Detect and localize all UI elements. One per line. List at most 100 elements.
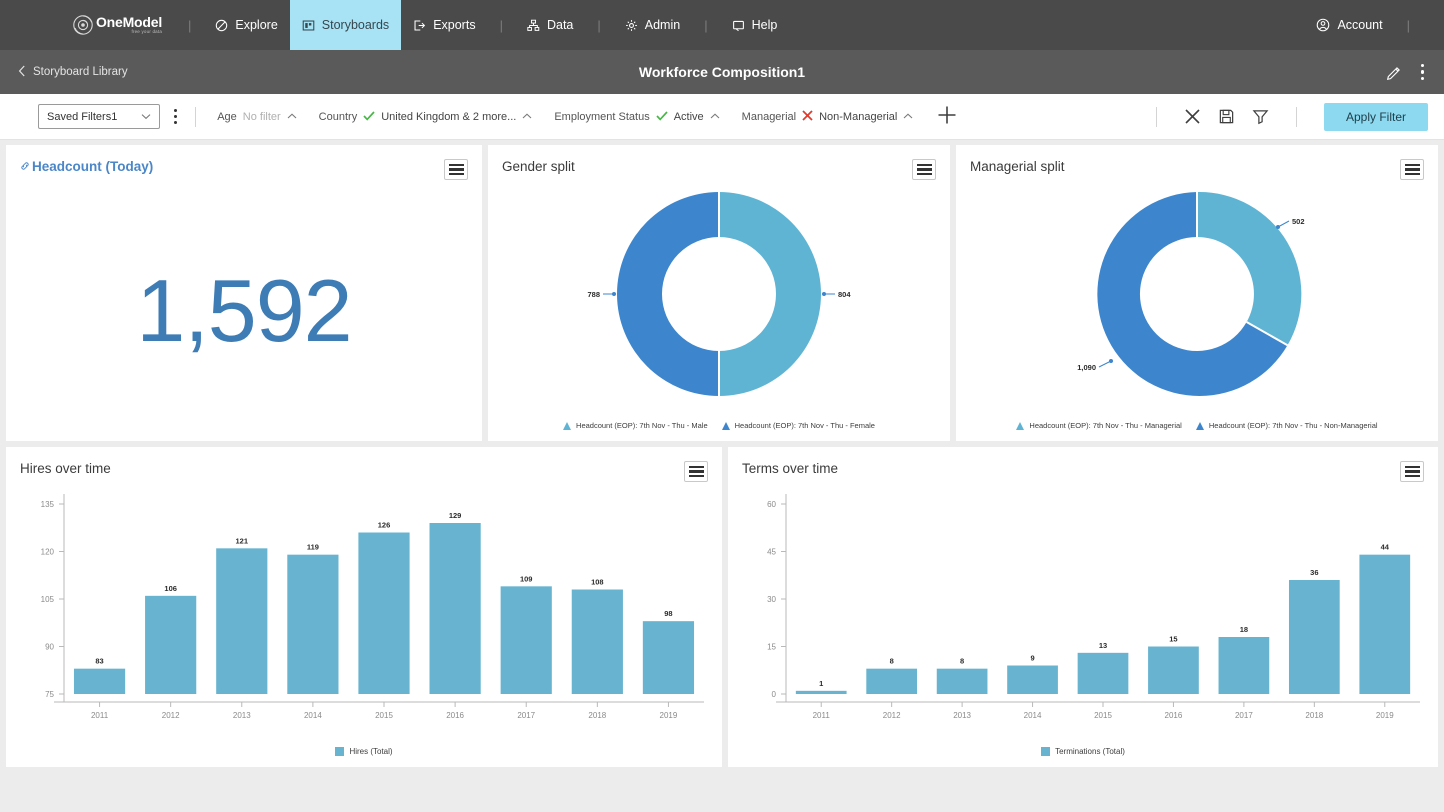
chevron-up-icon: [522, 111, 532, 122]
legend-label: Headcount (EOP): 7th Nov - Thu - Female: [734, 421, 875, 430]
nav-item-help[interactable]: Help: [720, 0, 790, 50]
managerial-slice-managerial[interactable]: [1197, 191, 1302, 346]
divider: [195, 106, 197, 127]
nav-item-admin[interactable]: Admin: [613, 0, 692, 50]
nav-divider: |: [188, 17, 192, 33]
bar[interactable]: [145, 595, 197, 694]
bar[interactable]: [866, 668, 918, 694]
y-axis-tick: 60: [767, 500, 776, 509]
apply-filter-button[interactable]: Apply Filter: [1323, 102, 1428, 131]
nav-label-explore: Explore: [235, 18, 278, 32]
panel-hires-over-time: Hires over time 75 90 105 120 135 83 2011 106 20…: [6, 447, 722, 767]
nav-item-explore[interactable]: Explore: [203, 0, 289, 50]
grid-row-2: Hires over time 75 90 105 120 135 83 2011 106 20…: [6, 447, 1438, 767]
chevron-down-icon: [141, 111, 151, 123]
saved-filters-select[interactable]: Saved Filters1: [38, 104, 160, 129]
nav-item-storyboards[interactable]: Storyboards: [289, 0, 402, 50]
terms-panel-title: Terms over time: [742, 461, 839, 476]
bar-value-label: 8: [890, 657, 894, 666]
storyboard-more-menu[interactable]: [1419, 62, 1427, 83]
legend-item-hires-total[interactable]: Hires (Total): [335, 747, 393, 756]
legend-label: Headcount (EOP): 7th Nov - Thu - Manager…: [1029, 421, 1182, 430]
saved-filters-value: Saved Filters1: [47, 110, 118, 123]
bar-value-label: 13: [1099, 641, 1107, 650]
data-icon: [527, 19, 540, 32]
nav-item-account[interactable]: Account: [1304, 0, 1394, 50]
gender-label-female: 788: [587, 290, 600, 299]
bar-value-label: 106: [164, 584, 177, 593]
panel-managerial-split: Managerial split 502 1,090 Headcount (EO…: [956, 145, 1438, 441]
bar[interactable]: [73, 668, 126, 694]
legend-marker-icon: [721, 421, 730, 430]
add-filter-button[interactable]: [936, 104, 958, 130]
nav-label-exports: Exports: [433, 18, 476, 32]
bar[interactable]: [1077, 652, 1129, 694]
bar[interactable]: [936, 668, 988, 694]
bar[interactable]: [1288, 580, 1340, 694]
headcount-panel-menu[interactable]: [444, 159, 468, 180]
filter-chip-managerial[interactable]: Managerial Non-Managerial: [742, 110, 914, 123]
x-axis-tick: 2014: [304, 711, 322, 720]
bar[interactable]: [571, 589, 623, 695]
bar[interactable]: [642, 621, 695, 694]
terms-legend: Terminations (Total): [728, 747, 1438, 767]
hires-panel-title: Hires over time: [20, 461, 111, 476]
legend-item-female[interactable]: Headcount (EOP): 7th Nov - Thu - Female: [721, 421, 875, 430]
bar[interactable]: [216, 548, 268, 694]
bar-value-label: 108: [591, 578, 604, 587]
bar[interactable]: [1359, 554, 1411, 694]
nav-divider: |: [597, 17, 601, 33]
nav-item-data[interactable]: Data: [515, 0, 585, 50]
panel-terms-over-time: Terms over time 0 15 30 45 60 1 2011 8 2012 8 2013…: [728, 447, 1438, 767]
bar[interactable]: [1148, 646, 1199, 695]
x-axis-tick: 2016: [446, 711, 464, 720]
legend-item-non-managerial[interactable]: Headcount (EOP): 7th Nov - Thu - Non-Man…: [1195, 421, 1378, 430]
back-to-library-link[interactable]: Storyboard Library: [18, 65, 128, 80]
legend-marker-icon: [1195, 421, 1204, 430]
save-filters-button[interactable]: [1218, 108, 1235, 125]
bar-value-label: 18: [1240, 625, 1248, 634]
y-axis-tick: 45: [767, 548, 776, 557]
bar[interactable]: [795, 690, 847, 694]
filter-bar: Saved Filters1 Age No filter Country Uni…: [0, 94, 1444, 140]
onemodel-logo[interactable]: OneModel free your data: [58, 14, 176, 36]
filter-chip-employment-status[interactable]: Employment Status Active: [554, 110, 720, 123]
x-axis-tick: 2013: [953, 711, 971, 720]
bar[interactable]: [429, 523, 481, 694]
managerial-panel-menu[interactable]: [1400, 159, 1424, 180]
headcount-panel-title[interactable]: Headcount (Today): [20, 159, 153, 174]
legend-item-managerial[interactable]: Headcount (EOP): 7th Nov - Thu - Manager…: [1016, 421, 1182, 430]
x-axis-tick: 2012: [162, 711, 180, 720]
bar[interactable]: [358, 532, 410, 695]
filter-label: Country: [318, 110, 358, 123]
link-icon: [20, 159, 30, 174]
gender-slice-female[interactable]: [617, 192, 719, 396]
clear-filters-button[interactable]: [1184, 108, 1201, 125]
onemodel-logo-icon: [72, 14, 94, 36]
filter-value: United Kingdom & 2 more...: [381, 110, 517, 123]
filter-chip-age[interactable]: Age No filter: [217, 110, 297, 123]
edit-storyboard-button[interactable]: [1386, 64, 1403, 81]
bar[interactable]: [1218, 637, 1270, 694]
bar[interactable]: [287, 554, 339, 694]
y-axis-tick: 105: [41, 595, 55, 604]
gender-panel-menu[interactable]: [912, 159, 936, 180]
legend-item-male[interactable]: Headcount (EOP): 7th Nov - Thu - Male: [563, 421, 708, 430]
x-axis-tick: 2015: [1094, 711, 1112, 720]
filter-label: Managerial: [741, 110, 797, 123]
bar[interactable]: [1007, 665, 1058, 695]
bar-value-label: 1: [819, 679, 823, 688]
bar[interactable]: [500, 586, 552, 694]
funnel-icon[interactable]: [1252, 108, 1269, 125]
nav-divider: |: [1406, 17, 1410, 33]
filter-chip-country[interactable]: Country United Kingdom & 2 more...: [319, 110, 533, 123]
saved-filters-more-menu[interactable]: [166, 106, 185, 127]
terms-panel-menu[interactable]: [1400, 461, 1424, 482]
legend-item-terminations-total[interactable]: Terminations (Total): [1041, 747, 1125, 756]
gender-slice-male[interactable]: [719, 192, 821, 396]
managerial-label-non-managerial: 1,090: [1077, 363, 1096, 372]
filter-value: Non-Managerial: [819, 110, 898, 123]
filter-label: Age: [217, 110, 237, 123]
nav-item-exports[interactable]: Exports: [401, 0, 487, 50]
hires-panel-menu[interactable]: [684, 461, 708, 482]
